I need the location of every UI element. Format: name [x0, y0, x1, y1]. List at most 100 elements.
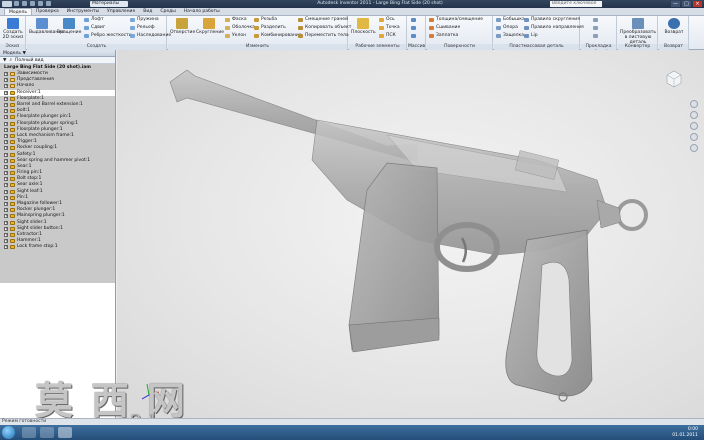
- expand-icon[interactable]: +: [4, 115, 8, 120]
- find-icon[interactable]: ⌕: [9, 57, 12, 63]
- snap-fit-button[interactable]: Защелка: [496, 33, 524, 39]
- route-button[interactable]: [593, 17, 600, 23]
- steering-wheel-icon[interactable]: [690, 100, 698, 108]
- graphics-viewport[interactable]: [117, 50, 704, 418]
- wire-button[interactable]: [593, 33, 600, 39]
- circ-pattern-button[interactable]: [411, 25, 418, 31]
- browser-icon[interactable]: [40, 427, 54, 438]
- convert-to-sheet-metal-button[interactable]: Преобразовать в листовую деталь: [620, 18, 656, 45]
- expand-icon[interactable]: +: [4, 220, 8, 225]
- explorer-icon[interactable]: [22, 427, 36, 438]
- expand-icon[interactable]: +: [4, 109, 8, 114]
- redo-icon[interactable]: [46, 1, 51, 6]
- expand-icon[interactable]: +: [4, 232, 8, 237]
- create-2d-sketch-button[interactable]: Создать 2D эскиз: [2, 18, 24, 42]
- expand-icon[interactable]: +: [4, 177, 8, 182]
- hole-button[interactable]: Отверстие: [170, 18, 195, 42]
- expand-icon[interactable]: +: [4, 121, 8, 126]
- expand-icon[interactable]: +: [4, 90, 8, 95]
- undo-icon[interactable]: [38, 1, 43, 6]
- face-offset-button[interactable]: Смещение граней: [298, 17, 348, 23]
- combine-button[interactable]: Комбинирование: [254, 33, 302, 39]
- sweep-button[interactable]: Сдвиг: [84, 25, 105, 31]
- tab-view[interactable]: Вид: [139, 8, 156, 15]
- return-button[interactable]: Возврат: [662, 18, 686, 42]
- expand-icon[interactable]: +: [4, 189, 8, 194]
- derive-button[interactable]: Наследование: [130, 33, 171, 39]
- zoom-icon[interactable]: [690, 122, 698, 130]
- thicken-offset-button[interactable]: Толщина/смещение: [429, 17, 483, 23]
- tree-node[interactable]: + Lock frame stop:1: [0, 244, 115, 250]
- rib-button[interactable]: Ребро жесткости: [84, 33, 132, 39]
- viewcube[interactable]: [662, 66, 686, 90]
- boss-button[interactable]: Бобышка: [496, 17, 525, 23]
- expand-icon[interactable]: +: [4, 78, 8, 83]
- start-button[interactable]: [2, 426, 15, 439]
- coil-button[interactable]: Пружина: [130, 17, 159, 23]
- expand-icon[interactable]: +: [4, 164, 8, 169]
- material-dropdown[interactable]: Материалы: [90, 1, 128, 7]
- pistol-model[interactable]: [117, 50, 704, 418]
- point-button[interactable]: Точка: [379, 25, 400, 31]
- pan-icon[interactable]: [690, 111, 698, 119]
- lip-button[interactable]: Lip: [524, 33, 538, 39]
- expand-icon[interactable]: +: [4, 245, 8, 250]
- split-button[interactable]: Разделить: [254, 25, 286, 31]
- move-bodies-button[interactable]: Переместить тела: [298, 33, 349, 39]
- expand-icon[interactable]: +: [4, 239, 8, 244]
- expand-icon[interactable]: +: [4, 202, 8, 207]
- tab-environments[interactable]: Среды: [156, 8, 179, 15]
- expand-icon[interactable]: +: [4, 214, 8, 219]
- tab-tools[interactable]: Инструменты: [63, 8, 103, 15]
- browser-header[interactable]: Модель ▼: [0, 50, 115, 57]
- new-icon[interactable]: [14, 1, 19, 6]
- shell-button[interactable]: Оболочка: [225, 25, 255, 31]
- rule-fillet-button[interactable]: Правило скругления: [524, 17, 580, 23]
- ucs-button[interactable]: ПСК: [379, 33, 396, 39]
- expand-icon[interactable]: +: [4, 133, 8, 138]
- expand-icon[interactable]: +: [4, 183, 8, 188]
- look-at-icon[interactable]: [690, 144, 698, 152]
- maximize-button[interactable]: □: [682, 1, 691, 7]
- expand-icon[interactable]: +: [4, 103, 8, 108]
- inventor-icon[interactable]: [58, 427, 72, 438]
- grill-button[interactable]: Правило направления: [524, 25, 584, 31]
- patch-button[interactable]: Заплатка: [429, 33, 458, 39]
- filter-icon[interactable]: ▼: [3, 57, 6, 63]
- harness-button[interactable]: [593, 25, 600, 31]
- expand-icon[interactable]: +: [4, 195, 8, 200]
- tab-get-started[interactable]: Начало работы: [180, 8, 224, 15]
- save-icon[interactable]: [30, 1, 35, 6]
- expand-icon[interactable]: +: [4, 171, 8, 176]
- expand-icon[interactable]: +: [4, 152, 8, 157]
- thread-button[interactable]: Резьба: [254, 17, 277, 23]
- expand-icon[interactable]: +: [4, 127, 8, 132]
- axis-button[interactable]: Ось: [379, 17, 395, 23]
- expand-icon[interactable]: +: [4, 72, 8, 77]
- expand-icon[interactable]: +: [4, 208, 8, 213]
- expand-icon[interactable]: +: [4, 84, 8, 89]
- plane-button[interactable]: Плоскость: [351, 18, 376, 42]
- rect-pattern-button[interactable]: [411, 17, 418, 23]
- open-icon[interactable]: [22, 1, 27, 6]
- chamfer-button[interactable]: Фаска: [225, 17, 247, 23]
- view-dropdown[interactable]: Полный вид: [15, 57, 44, 63]
- expand-icon[interactable]: +: [4, 146, 8, 151]
- expand-icon[interactable]: +: [4, 96, 8, 101]
- viewcube-icon[interactable]: [662, 66, 686, 90]
- search-input[interactable]: Введите ключевое слово: [550, 1, 602, 12]
- copy-object-button[interactable]: Копировать объект: [298, 25, 351, 31]
- tab-manage[interactable]: Управление: [103, 8, 139, 15]
- expand-icon[interactable]: +: [4, 158, 8, 163]
- draft-button[interactable]: Уклон: [225, 33, 246, 39]
- emboss-button[interactable]: Рельеф: [130, 25, 155, 31]
- orbit-icon[interactable]: [690, 133, 698, 141]
- fillet-button[interactable]: Скругление: [196, 18, 224, 42]
- stitch-button[interactable]: Сшивание: [429, 25, 460, 31]
- minimize-button[interactable]: —: [671, 1, 680, 7]
- extrude-button[interactable]: Выдавливание: [29, 18, 64, 42]
- tab-model[interactable]: Модель: [4, 8, 33, 15]
- mirror-button[interactable]: [411, 33, 418, 39]
- revolve-button[interactable]: Вращение: [57, 18, 81, 42]
- tab-inspect[interactable]: Проверка: [32, 8, 63, 15]
